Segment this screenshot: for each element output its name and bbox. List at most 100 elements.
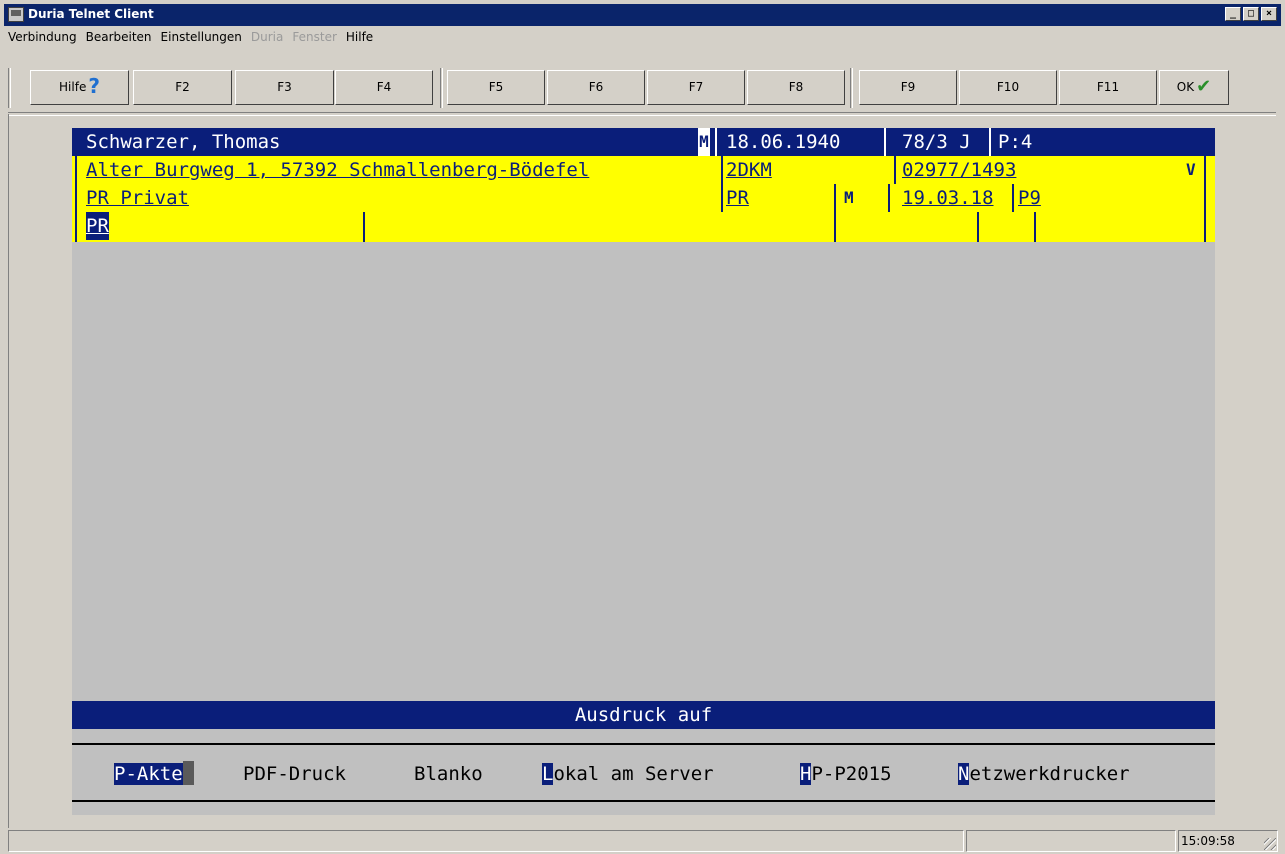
- cursor-icon: [182, 761, 194, 785]
- menu-hilfe[interactable]: Hilfe: [342, 27, 378, 47]
- menu-duria: Duria: [250, 30, 284, 44]
- patient-p: P:4: [998, 128, 1033, 156]
- field-separator: [894, 156, 896, 184]
- field-separator: [721, 156, 723, 184]
- option-lokal-am-server[interactable]: Lokal am Server: [542, 760, 714, 788]
- f9-button[interactable]: F9: [859, 70, 957, 105]
- window-title: Duria Telnet Client: [28, 7, 154, 21]
- field-separator: [884, 128, 886, 156]
- patient-address: Alter Burgweg 1, 57392 Schmallenberg-Böd…: [86, 156, 590, 184]
- client-frame-edge: [8, 114, 9, 828]
- f8-button[interactable]: F8: [747, 70, 845, 105]
- insurance-code: PR: [726, 184, 749, 212]
- insurance-date: 19.03.18: [902, 184, 994, 212]
- status-panel-2: [966, 830, 1176, 852]
- patient-name: Schwarzer, Thomas: [86, 128, 281, 156]
- option-label: okal am Server: [553, 763, 714, 785]
- f3-button[interactable]: F3: [235, 70, 334, 105]
- f6-button[interactable]: F6: [547, 70, 645, 105]
- maximize-icon[interactable]: □: [1243, 7, 1259, 21]
- menu-fenster: Fenster: [292, 30, 337, 44]
- patient-sex: M: [698, 128, 710, 156]
- function-key-toolbar: Hilfe? F2 F3 F4 F5 F6 F7 F8 F9 F10 F11 O…: [8, 68, 1274, 110]
- minimize-icon[interactable]: _: [1225, 7, 1241, 21]
- field-separator: [715, 128, 717, 156]
- checkmark-icon: ✔: [1196, 76, 1212, 97]
- field-separator: [1012, 184, 1014, 212]
- hotkey: H: [800, 763, 812, 785]
- option-label: etzwerkdrucker: [969, 763, 1130, 785]
- hotkey: N: [958, 763, 970, 785]
- f11-button[interactable]: F11: [1059, 70, 1157, 105]
- help-label: Hilfe: [59, 80, 87, 94]
- terminal-screen[interactable]: Schwarzer, Thomas M 18.06.1940 78/3 J P:…: [72, 128, 1215, 815]
- toolbar-grip: [8, 68, 11, 108]
- patient-code: 2DKM: [726, 156, 772, 184]
- patient-phone: 02977/1493: [902, 156, 1017, 184]
- field-separator: [1204, 156, 1206, 184]
- row-bg: [72, 212, 1215, 242]
- window-controls: _ □ ×: [1225, 7, 1277, 21]
- patient-age: 78/3 J: [902, 128, 971, 156]
- field-separator: [75, 156, 77, 184]
- input-field[interactable]: PR: [86, 212, 109, 240]
- f10-button[interactable]: F10: [959, 70, 1057, 105]
- option-netzwerkdrucker[interactable]: Netzwerkdrucker: [958, 760, 1130, 788]
- option-label: P-P2015: [811, 763, 892, 785]
- status-panel-main: [8, 830, 964, 852]
- option-pdf-druck[interactable]: PDF-Druck: [243, 760, 346, 788]
- field-separator: [363, 212, 365, 242]
- field-separator: [1204, 212, 1206, 242]
- divider-bottom: [72, 800, 1215, 802]
- resize-grip-icon[interactable]: [1264, 838, 1276, 850]
- patient-dob: 18.06.1940: [726, 128, 841, 156]
- field-separator: [834, 184, 836, 212]
- field-separator: [1034, 212, 1036, 242]
- title-bar: Duria Telnet Client _ □ ×: [4, 4, 1281, 26]
- field-separator: [721, 184, 723, 212]
- app-icon[interactable]: [8, 7, 24, 22]
- insurance-name: PR Privat: [86, 184, 189, 212]
- address-row: Alter Burgweg 1, 57392 Schmallenberg-Böd…: [72, 156, 1215, 184]
- insurance-row: PR Privat PR M 19.03.18 P9: [72, 184, 1215, 212]
- menu-verbindung[interactable]: Verbindung: [4, 27, 82, 47]
- input-row: PR: [72, 212, 1215, 242]
- field-separator: [834, 212, 836, 242]
- insurance-m: M: [844, 184, 854, 212]
- help-button[interactable]: Hilfe?: [30, 70, 129, 105]
- toolbar-separator: [850, 68, 853, 108]
- menu-einstellungen[interactable]: Einstellungen: [157, 27, 247, 47]
- option-blanko[interactable]: Blanko: [414, 760, 483, 788]
- ok-button[interactable]: OK ✔: [1159, 70, 1229, 105]
- telnet-window: Duria Telnet Client _ □ × Verbindung Bea…: [0, 0, 1285, 854]
- patient-flag: V: [1186, 156, 1196, 184]
- menu-bearbeiten[interactable]: Bearbeiten: [82, 27, 157, 47]
- field-separator: [75, 184, 77, 212]
- f2-button[interactable]: F2: [133, 70, 232, 105]
- patient-header-row: Schwarzer, Thomas M 18.06.1940 78/3 J P:…: [72, 128, 1215, 156]
- field-separator: [75, 212, 77, 242]
- field-separator: [888, 184, 890, 212]
- field-separator: [1204, 184, 1206, 212]
- f4-button[interactable]: F4: [335, 70, 433, 105]
- field-separator: [977, 212, 979, 242]
- toolbar-divider: [8, 112, 1276, 116]
- toolbar-separator: [440, 68, 443, 108]
- divider-top: [72, 743, 1215, 745]
- insurance-p9: P9: [1018, 184, 1041, 212]
- close-icon[interactable]: ×: [1261, 7, 1277, 21]
- option-p-akte-key: P-Akte: [114, 763, 183, 785]
- field-separator: [989, 128, 991, 156]
- hotkey: L: [542, 763, 554, 785]
- row-bg: [72, 184, 1215, 212]
- print-dialog-title: Ausdruck auf: [72, 701, 1215, 729]
- status-bar: 15:09:58: [8, 830, 1278, 852]
- question-icon: ?: [88, 74, 100, 98]
- menu-bar: Verbindung Bearbeiten Einstellungen Duri…: [4, 27, 378, 47]
- option-p-akte[interactable]: P-Akte: [114, 760, 194, 788]
- ok-label: OK: [1176, 80, 1195, 94]
- f7-button[interactable]: F7: [647, 70, 745, 105]
- f5-button[interactable]: F5: [447, 70, 545, 105]
- option-hp-p2015[interactable]: HP-P2015: [800, 760, 892, 788]
- status-time: 15:09:58: [1178, 830, 1278, 852]
